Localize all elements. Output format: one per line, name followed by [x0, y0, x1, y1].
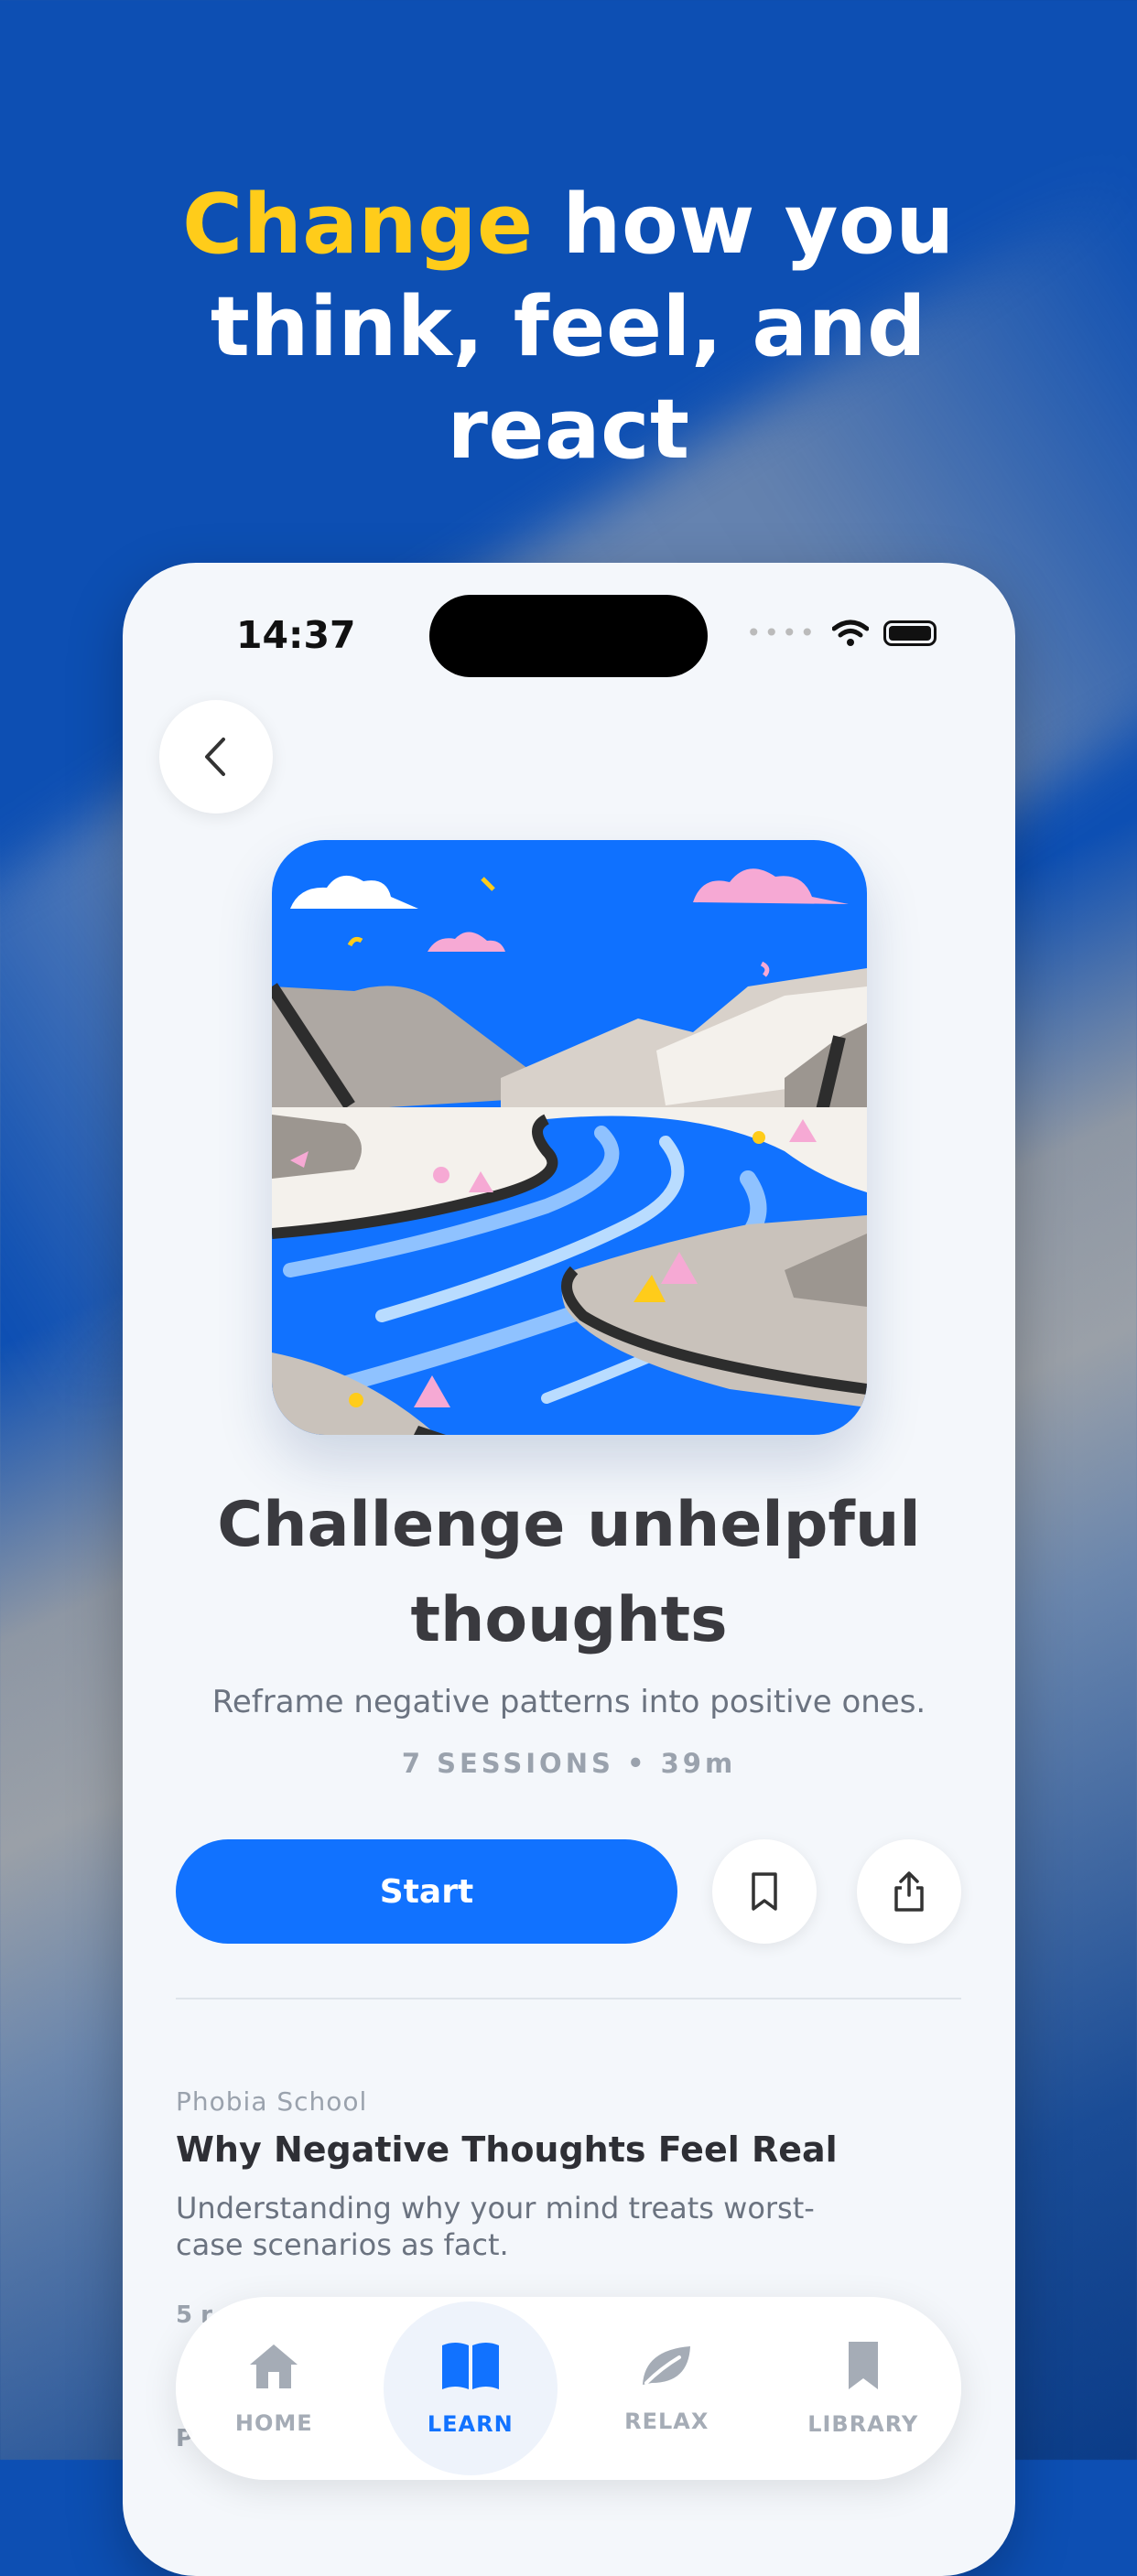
course-meta: 7 SESSIONS • 39m [401, 1748, 737, 1779]
start-button[interactable]: Start [176, 1839, 677, 1944]
tab-library[interactable]: LIBRARY [776, 2301, 950, 2475]
headline-accent: Change [182, 177, 534, 273]
phone-frame: 14:37 •••• Challenge unhelpful thoughts … [123, 563, 1015, 2576]
promo-headline: Change how you think, feel, and react [0, 174, 1137, 481]
tab-library-label: LIBRARY [807, 2411, 919, 2437]
bookmark-button[interactable] [712, 1839, 817, 1944]
headline-line2: think, feel, and [210, 279, 927, 375]
book-icon [441, 2343, 499, 2389]
status-time: 14:37 [236, 613, 356, 657]
tab-home-label: HOME [234, 2410, 313, 2436]
status-icons: •••• [746, 618, 937, 648]
headline-line3: react [447, 382, 690, 478]
headline-line1: how you [533, 177, 955, 273]
bookmark-icon [848, 2342, 878, 2389]
divider [176, 1998, 961, 1999]
back-button[interactable] [159, 700, 273, 814]
tab-relax-label: RELAX [624, 2409, 709, 2434]
course-artwork [272, 840, 867, 1435]
wifi-icon [832, 620, 869, 646]
tab-learn[interactable]: LEARN [383, 2301, 558, 2475]
home-icon [250, 2344, 298, 2388]
tab-relax[interactable]: RELAX [579, 2301, 753, 2475]
share-button[interactable] [857, 1839, 961, 1944]
dynamic-island [429, 595, 708, 677]
share-icon [894, 1871, 924, 1912]
tab-home[interactable]: HOME [187, 2301, 361, 2475]
leaf-icon [643, 2346, 691, 2385]
chevron-left-icon [205, 738, 225, 776]
course-subtitle: Reframe negative patterns into positive … [211, 1684, 926, 1720]
course-title: Challenge unhelpful thoughts [217, 1489, 921, 1656]
bookmark-icon [752, 1872, 777, 1911]
signal-dots-icon: •••• [745, 618, 818, 648]
battery-icon [883, 620, 937, 646]
tab-bar: HOME LEARN RELAX LIBRARY [176, 2297, 961, 2480]
session-title[interactable]: Why Negative Thoughts Feel Real [176, 2129, 838, 2170]
tab-learn-label: LEARN [427, 2411, 514, 2437]
session-category: Phobia School [176, 2086, 368, 2117]
session-description: Understanding why your mind treats worst… [176, 2191, 815, 2262]
